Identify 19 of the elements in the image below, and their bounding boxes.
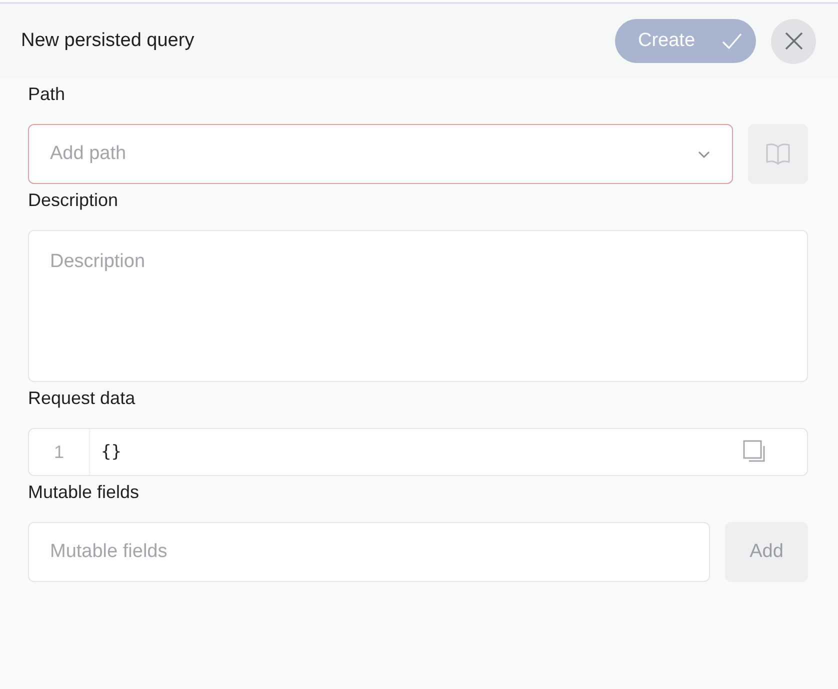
- copy-button[interactable]: [743, 440, 767, 464]
- check-icon: [722, 33, 742, 49]
- field-label: Mutable fields: [28, 481, 140, 503]
- code-line: {}: [101, 442, 122, 462]
- close-button[interactable]: [771, 18, 816, 64]
- path-select[interactable]: Add path: [28, 124, 733, 184]
- field-label: Description: [28, 189, 118, 211]
- field-label: Request data: [28, 387, 136, 409]
- docs-button[interactable]: [748, 124, 808, 184]
- copy-icon: [743, 440, 767, 464]
- line-number: 1: [54, 442, 64, 462]
- code-editor[interactable]: 1 {}: [28, 428, 808, 476]
- mutable-fields-input[interactable]: Mutable fields: [28, 522, 710, 582]
- book-icon: [766, 143, 790, 165]
- dialog-title: New persisted query: [21, 30, 196, 52]
- description-field[interactable]: Description: [28, 230, 808, 382]
- close-icon: [784, 32, 802, 50]
- field-label: Path: [28, 83, 66, 105]
- chevron-down-icon: [698, 150, 710, 158]
